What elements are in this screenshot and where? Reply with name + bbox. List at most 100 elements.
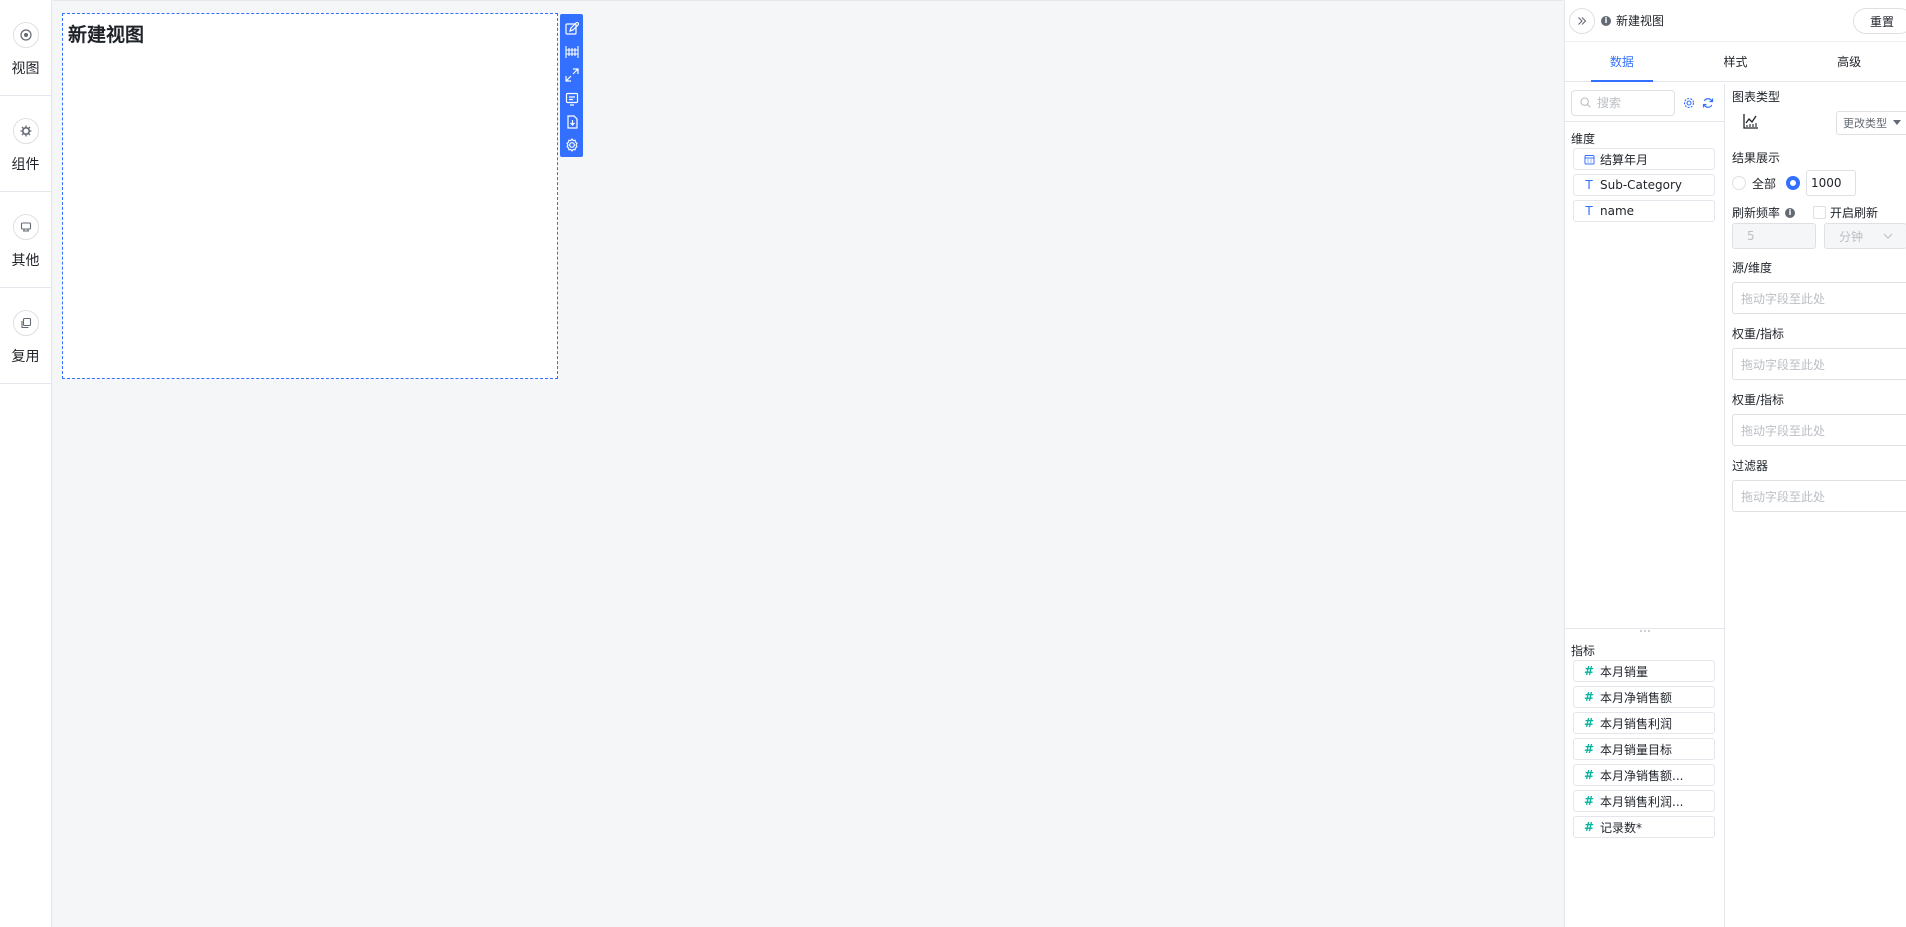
text-field-icon: T	[1585, 204, 1593, 218]
field-list: 维度 结算年月 T Sub-Category T name 指标 # 本月销量 #…	[1565, 84, 1725, 927]
refresh-row: 刷新频率 i 开启刷新	[1732, 204, 1906, 221]
view-title: 新建视图	[68, 24, 145, 46]
result-all-label: 全部	[1752, 176, 1777, 191]
result-count-radio[interactable]	[1786, 176, 1801, 190]
search-row	[1565, 84, 1724, 122]
field-label: 本月净销售额...	[1600, 768, 1684, 783]
field-label: 本月销量目标	[1600, 742, 1673, 757]
refresh-icon[interactable]	[1702, 97, 1714, 109]
chart-config: 图表类型 更改类型 结果展示 全部 刷新频率 i 开启刷新 分	[1726, 84, 1906, 927]
field-label: 本月销售利润...	[1600, 794, 1684, 809]
caret-down-icon	[1893, 120, 1901, 125]
tab-style[interactable]: 样式	[1679, 42, 1793, 81]
enable-refresh-checkbox[interactable]	[1813, 206, 1827, 219]
field-search	[1571, 89, 1675, 116]
rail-label: 组件	[11, 157, 40, 173]
drop-zone-dimension[interactable]: 拖动字段至此处	[1732, 282, 1906, 314]
search-input[interactable]	[1597, 95, 1667, 110]
result-options: 全部	[1732, 166, 1906, 200]
info-icon: i	[1601, 15, 1611, 26]
chart-view[interactable]: 新建视图	[62, 13, 558, 379]
panel-tabs: 数据 样式 高级	[1565, 42, 1906, 82]
enable-refresh-label: 开启刷新	[1830, 206, 1879, 220]
dimension-section-title: 维度	[1571, 132, 1596, 146]
measure-field[interactable]: # 记录数*	[1573, 816, 1715, 838]
fullscreen-icon[interactable]	[560, 64, 583, 87]
text-field-icon: T	[1585, 178, 1593, 192]
drop-zone-filter[interactable]: 拖动字段至此处	[1732, 480, 1906, 512]
dashboard-canvas[interactable]: 新建视图	[53, 0, 1563, 927]
dimension-field[interactable]: T name	[1573, 200, 1715, 222]
measure-field[interactable]: # 本月销量	[1573, 660, 1715, 682]
refresh-frequency: 分钟	[1732, 221, 1906, 251]
drop-zone-measure-2[interactable]: 拖动字段至此处	[1732, 414, 1906, 446]
tab-advanced[interactable]: 高级	[1792, 42, 1906, 81]
export-icon[interactable]	[560, 110, 583, 133]
change-type-label: 更改类型	[1843, 117, 1887, 130]
rail-item-component[interactable]: 组件	[0, 96, 51, 192]
field-label: 本月净销售额	[1600, 690, 1673, 705]
rail-item-view[interactable]: 视图	[0, 0, 51, 96]
drop-zone-label: 源/维度	[1732, 261, 1773, 275]
view-icon	[12, 22, 39, 48]
chart-type-label: 图表类型	[1732, 90, 1781, 104]
resize-handle[interactable]	[1565, 628, 1725, 633]
number-field-icon: #	[1583, 716, 1595, 730]
measure-field[interactable]: # 本月净销售额	[1573, 686, 1715, 708]
drop-zone-label: 权重/指标	[1732, 393, 1785, 407]
dimension-field[interactable]: T Sub-Category	[1573, 174, 1715, 196]
field-label: 记录数*	[1600, 820, 1643, 835]
number-field-icon: #	[1583, 820, 1595, 834]
view-name: 新建视图	[1616, 14, 1665, 28]
number-field-icon: #	[1583, 794, 1595, 808]
refresh-value-input[interactable]	[1732, 223, 1816, 249]
editor-panel: i 新建视图 重置 数据 样式 高级 维度 结算年月	[1564, 0, 1906, 927]
result-label: 结果展示	[1732, 151, 1781, 165]
search-icon	[1580, 97, 1591, 108]
chart-type-row: 更改类型	[1732, 105, 1906, 137]
field-label: 结算年月	[1600, 152, 1649, 167]
collapse-button[interactable]	[1569, 7, 1595, 34]
measure-field[interactable]: # 本月销售利润...	[1573, 790, 1715, 812]
number-field-icon: #	[1583, 768, 1595, 782]
rail-label: 其他	[11, 253, 40, 269]
field-label: name	[1600, 204, 1635, 218]
dimension-field[interactable]: 结算年月	[1573, 148, 1715, 170]
reset-button[interactable]: 重置	[1853, 8, 1906, 34]
result-count-input[interactable]	[1806, 170, 1857, 196]
field-label: 本月销售利润	[1600, 716, 1673, 731]
result-all-radio[interactable]	[1732, 176, 1746, 190]
reuse-icon	[12, 310, 39, 336]
rail-label: 复用	[11, 349, 40, 365]
measure-section-title: 指标	[1571, 644, 1596, 658]
settings-icon[interactable]	[560, 134, 583, 157]
refresh-unit-label: 分钟	[1839, 229, 1864, 244]
tab-data[interactable]: 数据	[1565, 42, 1679, 82]
component-icon	[12, 118, 39, 144]
chevron-down-icon	[1883, 233, 1893, 239]
measure-field[interactable]: # 本月销售利润	[1573, 712, 1715, 734]
dataset-settings-icon[interactable]	[1683, 97, 1695, 109]
drop-zone-measure[interactable]: 拖动字段至此处	[1732, 348, 1906, 380]
double-chevron-right-icon	[1578, 16, 1587, 25]
linkage-icon[interactable]	[560, 40, 583, 63]
edit-icon[interactable]	[560, 17, 583, 40]
measure-field[interactable]: # 本月净销售额...	[1573, 764, 1715, 786]
view-detail-icon[interactable]	[560, 87, 583, 110]
field-label: 本月销量	[1600, 664, 1649, 679]
measure-field[interactable]: # 本月销量目标	[1573, 738, 1715, 760]
field-label: Sub-Category	[1600, 178, 1682, 192]
change-type-dropdown[interactable]: 更改类型	[1836, 111, 1906, 135]
number-field-icon: #	[1583, 664, 1595, 678]
rail-item-reuse[interactable]: 复用	[0, 288, 51, 384]
left-rail: 视图 组件 其他 复用	[0, 0, 52, 927]
refresh-unit-select[interactable]: 分钟	[1824, 223, 1906, 249]
panel-header: i 新建视图 重置	[1565, 0, 1906, 42]
drag-dots-icon	[1640, 630, 1650, 632]
number-field-icon: #	[1583, 690, 1595, 704]
view-toolbar	[560, 14, 583, 157]
drop-zone-label: 过滤器	[1732, 459, 1769, 473]
drop-zone-label: 权重/指标	[1732, 327, 1785, 341]
line-chart-icon[interactable]	[1742, 112, 1760, 130]
rail-item-other[interactable]: 其他	[0, 192, 51, 288]
